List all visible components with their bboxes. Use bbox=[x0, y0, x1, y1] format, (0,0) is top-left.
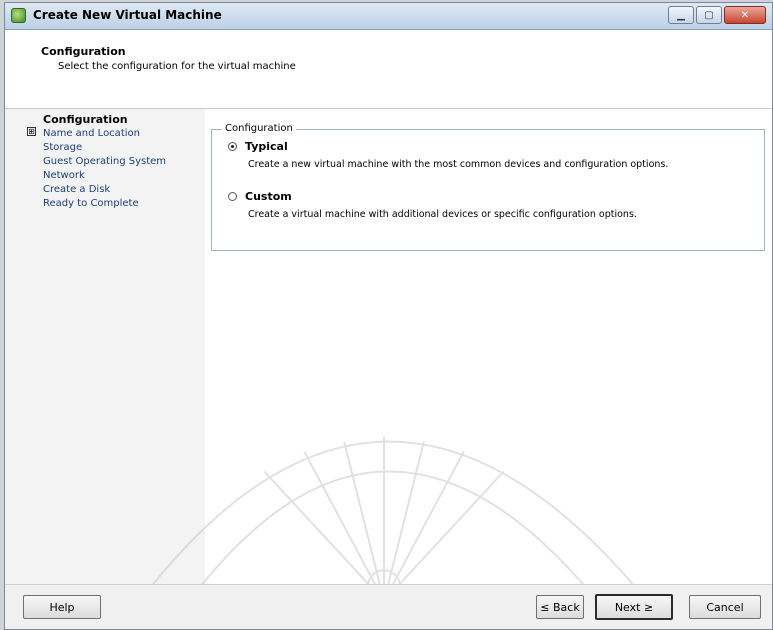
back-button[interactable]: ≤ Back bbox=[536, 595, 584, 619]
step-storage[interactable]: Storage bbox=[43, 142, 82, 153]
typical-description: Create a new virtual machine with the mo… bbox=[248, 159, 669, 170]
maximize-button[interactable]: ▢ bbox=[696, 6, 722, 24]
step-guest-os[interactable]: Guest Operating System bbox=[43, 156, 166, 167]
vm-app-icon bbox=[11, 8, 26, 23]
next-button[interactable]: Next ≥ bbox=[595, 594, 673, 620]
step-name-and-location[interactable]: Name and Location bbox=[43, 128, 140, 139]
radio-typical[interactable] bbox=[228, 142, 237, 151]
minimize-button[interactable]: ▁ bbox=[668, 6, 694, 24]
custom-description: Create a virtual machine with additional… bbox=[248, 209, 637, 220]
title-bar[interactable]: Create New Virtual Machine ▁ ▢ ✕ bbox=[5, 3, 772, 30]
option-custom[interactable]: Custom bbox=[228, 190, 292, 203]
window-controls: ▁ ▢ ✕ bbox=[668, 6, 766, 24]
minimize-icon: ▁ bbox=[677, 9, 685, 21]
radio-typical-label: Typical bbox=[245, 140, 288, 153]
page-title: Configuration bbox=[41, 45, 126, 58]
close-icon: ✕ bbox=[740, 9, 750, 21]
wizard-footer: Help ≤ Back Next ≥ Cancel bbox=[5, 584, 772, 629]
step-create-disk[interactable]: Create a Disk bbox=[43, 184, 110, 195]
cancel-button[interactable]: Cancel bbox=[689, 595, 761, 619]
help-button[interactable]: Help bbox=[23, 595, 101, 619]
content-pane: Configuration Typical Create a new virtu… bbox=[205, 109, 772, 585]
group-legend: Configuration bbox=[222, 123, 296, 134]
window-title: Create New Virtual Machine bbox=[33, 8, 222, 22]
expand-icon[interactable]: ⊞ bbox=[27, 127, 36, 136]
maximize-icon: ▢ bbox=[704, 9, 714, 21]
radio-custom[interactable] bbox=[228, 192, 237, 201]
step-ready-to-complete[interactable]: Ready to Complete bbox=[43, 198, 139, 209]
step-network[interactable]: Network bbox=[43, 170, 85, 181]
page-subtitle: Select the configuration for the virtual… bbox=[58, 61, 296, 72]
wizard-header: Configuration Select the configuration f… bbox=[5, 30, 772, 109]
radio-custom-label: Custom bbox=[245, 190, 292, 203]
step-current: Configuration bbox=[43, 113, 128, 126]
close-button[interactable]: ✕ bbox=[724, 6, 766, 24]
option-typical[interactable]: Typical bbox=[228, 140, 288, 153]
wizard-window: Create New Virtual Machine ▁ ▢ ✕ Configu… bbox=[4, 2, 773, 630]
configuration-group: Configuration Typical Create a new virtu… bbox=[211, 123, 765, 251]
